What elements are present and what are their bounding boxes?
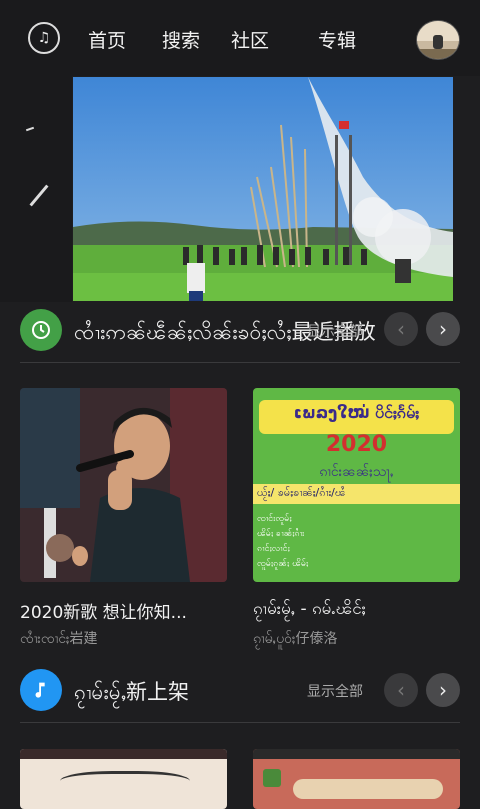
user-avatar[interactable] [416, 20, 460, 60]
chevron-left-icon: ‹ [397, 317, 405, 341]
poster-line: ၸူမ်ႈၵူၼ်ႈ ၽိမ်ႈ [257, 559, 309, 569]
newarrivals-section-title: ၵႂၢမ်းမႂ်ႇ新上架 [74, 680, 190, 704]
nav-search[interactable]: 搜索 [162, 26, 200, 53]
poster-year: 2020 [325, 432, 388, 457]
poster-subtitle: ၵၢင်းၼၼ်ႈသႃႇ [319, 464, 394, 480]
chevron-right-icon: › [439, 317, 447, 341]
recent-next-button[interactable]: › [426, 312, 460, 346]
song-card-1-artist[interactable]: ၸႆၢးၸၢင်ႈ岩建 [20, 628, 98, 650]
chevron-left-icon: ‹ [397, 678, 405, 702]
new-card-2-cover[interactable] [253, 749, 460, 809]
badge-icon [263, 769, 281, 787]
newarrivals-next-button[interactable]: › [426, 673, 460, 707]
nav-album[interactable]: 专辑 [318, 26, 356, 53]
newarrivals-prev-button[interactable]: ‹ [384, 673, 418, 707]
poster-headline: ເພລງໃໝ່ ပိင်ႈၵႅမ်ႈ [293, 403, 420, 422]
recent-prev-button[interactable]: ‹ [384, 312, 418, 346]
poster-credits: ယႂ်ႈ/ ၶမ်ႈၶၢၼ်ႈ/ၵၢႆး/ၽႆ [257, 486, 346, 499]
nav-community[interactable]: 社区 [231, 26, 269, 53]
banner-previous-slide[interactable] [0, 76, 72, 302]
recent-show-all-link[interactable]: 显示全部 [307, 321, 363, 341]
song-card-1-cover[interactable] [20, 388, 227, 582]
top-bar: ♫ 首页 搜索 社区 专辑 [0, 0, 480, 76]
section-divider [20, 362, 460, 363]
song-card-1-title[interactable]: 2020新歌 想让你知... [20, 598, 187, 623]
app-logo-icon[interactable]: ♫ [28, 22, 60, 54]
new-card-1-cover[interactable] [20, 749, 227, 809]
section-divider [20, 722, 460, 723]
nav-home[interactable]: 首页 [88, 26, 126, 53]
poster-line: ၽိမ်ႈ ၶၢၼ်ႈၵၢႆး [257, 529, 305, 539]
music-note-icon [20, 669, 62, 711]
singer-photo [20, 388, 227, 582]
song-card-2-title[interactable]: ၵႂၢမ်းမႂ်ႇ - ၵမ်ႉၽိင်ႈ [253, 598, 366, 623]
rocket-festival-photo [73, 77, 453, 301]
song-card-2-cover[interactable]: ເພລງໃໝ່ ပိင်ႈၵႅမ်ႈ 2020 ၵၢင်းၼၼ်ႈသႃႇ ယႂ်… [253, 388, 460, 582]
chevron-right-icon: › [439, 678, 447, 702]
history-icon [20, 309, 62, 351]
song-card-2-artist[interactable]: ၵႂၢမ်ႇပူဝ်ႈ仔傣洛 [253, 628, 338, 650]
poster-line: ၸၢင်းၸူမ်ႈ [257, 514, 292, 524]
poster-line: ၵၢင်ႈလၢင်ႈ [257, 544, 290, 554]
banner-image[interactable] [73, 77, 453, 301]
newarrivals-show-all-link[interactable]: 显示全部 [307, 681, 363, 701]
